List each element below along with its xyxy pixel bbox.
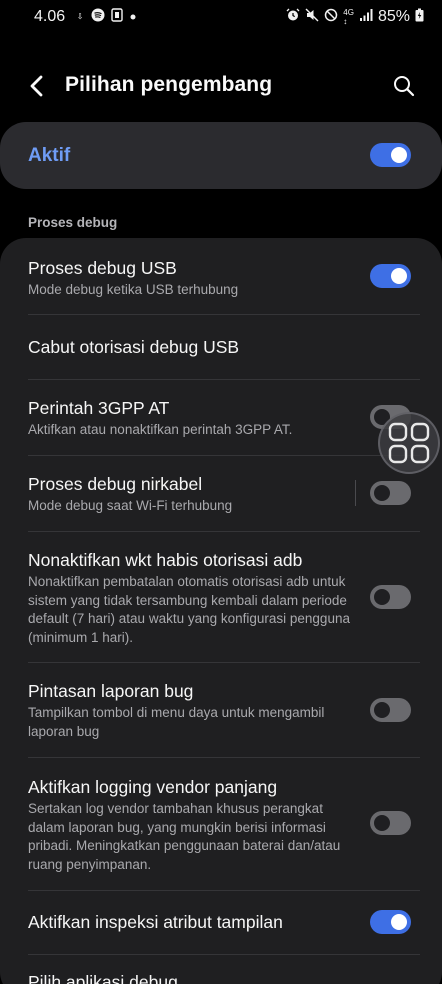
grid-menu-icon [388, 422, 430, 464]
alarm-icon [286, 8, 300, 27]
bug-report-shortcut-toggle[interactable] [370, 698, 411, 722]
setting-view-attribute-inspection[interactable]: Aktifkan inspeksi atribut tampilan [0, 891, 442, 954]
setting-subtitle: Sertakan log vendor tambahan khusus pera… [28, 801, 341, 872]
nfc-icon [111, 7, 123, 27]
setting-title: Aktifkan logging vendor panjang [28, 777, 278, 797]
setting-bug-report-shortcut[interactable]: Pintasan laporan bug Tampilkan tombol di… [0, 663, 442, 757]
setting-3gpp-at[interactable]: Perintah 3GPP AT Aktifkan atau nonaktifk… [0, 380, 442, 455]
setting-title: Proses debug nirkabel [28, 474, 203, 494]
setting-usb-debugging[interactable]: Proses debug USB Mode debug ketika USB t… [0, 238, 442, 314]
setting-title: Proses debug USB [28, 258, 177, 278]
setting-title: Perintah 3GPP AT [28, 398, 170, 418]
vendor-logging-toggle[interactable] [370, 811, 411, 835]
usb-debugging-toggle[interactable] [370, 264, 411, 288]
setting-select-debug-app[interactable]: Pilih aplikasi debug [0, 955, 442, 984]
status-bar: 4.06 ⇩ 4G ↕ 85% [0, 0, 442, 34]
setting-subtitle: Tampilkan tombol di menu daya untuk meng… [28, 705, 325, 739]
setting-subtitle: Mode debug saat Wi-Fi terhubung [28, 498, 233, 513]
setting-verbose-vendor-logging[interactable]: Aktifkan logging vendor panjang Sertakan… [0, 758, 442, 890]
usb-storage-icon: ⇩ [76, 12, 84, 21]
setting-disable-adb-auth-timeout[interactable]: Nonaktifkan wkt habis otorisasi adb Nona… [0, 532, 442, 662]
search-icon [394, 76, 415, 97]
search-button[interactable] [390, 72, 418, 100]
view-attribute-inspection-toggle[interactable] [370, 910, 411, 934]
back-arrow-icon [30, 75, 43, 97]
app-bar: Pilihan pengembang [0, 60, 442, 112]
setting-wireless-debugging[interactable]: Proses debug nirkabel Mode debug saat Wi… [0, 456, 442, 531]
master-switch-label: Aktif [28, 145, 71, 166]
master-switch-row[interactable]: Aktif [0, 122, 442, 189]
status-left-icons: ⇩ [75, 7, 137, 27]
wireless-debugging-toggle[interactable] [370, 481, 411, 505]
setting-title: Aktifkan inspeksi atribut tampilan [28, 912, 283, 932]
setting-title: Pilih aplikasi debug [28, 972, 178, 984]
setting-title: Nonaktifkan wkt habis otorisasi adb [28, 550, 303, 570]
battery-charging-icon [415, 8, 424, 27]
dot-icon [129, 8, 137, 26]
status-time: 4.06 [34, 8, 66, 25]
section-header: Proses debug [28, 215, 118, 230]
setting-subtitle: Mode debug ketika USB terhubung [28, 282, 239, 297]
setting-title: Pintasan laporan bug [28, 681, 194, 701]
do-not-disturb-icon [324, 8, 338, 27]
mute-icon [305, 8, 319, 27]
setting-revoke-usb-auth[interactable]: Cabut otorisasi debug USB [0, 315, 442, 379]
page-title: Pilihan pengembang [65, 73, 273, 96]
master-switch-toggle[interactable] [370, 143, 411, 167]
battery-percent: 85% [377, 8, 410, 25]
spotify-icon [91, 8, 105, 27]
status-right-icons: 4G ↕ 85% [286, 8, 424, 27]
signal-icon [359, 8, 373, 27]
adb-auth-timeout-toggle[interactable] [370, 585, 411, 609]
lte-icon: 4G ↕ [343, 8, 354, 26]
back-button[interactable] [24, 72, 52, 100]
setting-subtitle: Aktifkan atau nonaktifkan perintah 3GPP … [28, 422, 293, 437]
assistant-menu-button[interactable] [378, 412, 440, 474]
setting-subtitle: Nonaktifkan pembatalan otomatis otorisas… [28, 574, 350, 645]
vertical-separator [355, 480, 356, 506]
settings-card: Proses debug USB Mode debug ketika USB t… [0, 238, 442, 984]
setting-title: Cabut otorisasi debug USB [28, 337, 240, 357]
